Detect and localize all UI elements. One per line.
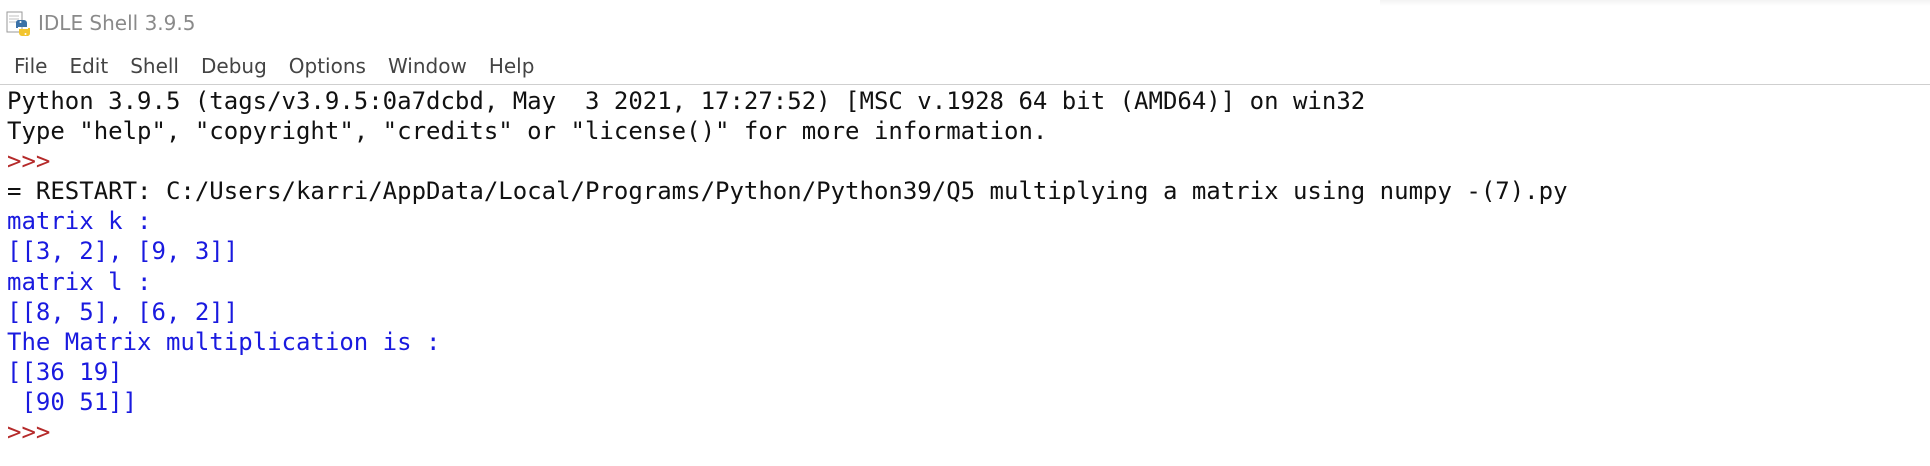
shell-line-output: The Matrix multiplication is : <box>7 327 441 356</box>
shell-line-output: matrix l : <box>7 267 152 296</box>
shell-line-output: [[8, 5], [6, 2]] <box>7 297 239 326</box>
menu-file[interactable]: File <box>3 50 58 82</box>
title-bar[interactable]: IDLE Shell 3.9.5 <box>0 0 1930 48</box>
menu-window[interactable]: Window <box>377 50 478 82</box>
shell-active-prompt[interactable]: >>> <box>7 417 1930 447</box>
idle-shell-window: IDLE Shell 3.9.5 File Edit Shell Debug O… <box>0 0 1930 466</box>
shell-text-area[interactable]: Python 3.9.5 (tags/v3.9.5:0a7dcbd, May 3… <box>0 86 1930 466</box>
shell-prompt-symbol: >>> <box>7 418 65 447</box>
menu-bar: File Edit Shell Debug Options Window Hel… <box>0 48 1930 84</box>
shell-output: Python 3.9.5 (tags/v3.9.5:0a7dcbd, May 3… <box>0 86 1930 447</box>
shell-line-help-hint: Type "help", "copyright", "credits" or "… <box>7 117 1048 146</box>
window-title: IDLE Shell 3.9.5 <box>38 11 196 35</box>
shell-line-restart: = RESTART: C:/Users/karri/AppData/Local/… <box>7 177 1568 206</box>
python-idle-icon <box>6 11 31 36</box>
title-bar-shadow <box>1380 0 1930 6</box>
shell-line-output: [[36 19] <box>7 357 123 386</box>
shell-line-output: matrix k : <box>7 207 152 236</box>
shell-line-version: Python 3.9.5 (tags/v3.9.5:0a7dcbd, May 3… <box>7 87 1366 115</box>
shell-line-output: [[3, 2], [9, 3]] <box>7 237 239 266</box>
shell-prompt: >>> <box>7 147 65 176</box>
menu-options[interactable]: Options <box>278 50 377 82</box>
shell-line-output: [90 51]] <box>7 387 138 416</box>
menu-edit[interactable]: Edit <box>58 50 119 82</box>
menu-separator <box>0 84 1930 85</box>
menu-shell[interactable]: Shell <box>119 50 190 82</box>
menu-help[interactable]: Help <box>478 50 546 82</box>
menu-debug[interactable]: Debug <box>190 50 278 82</box>
